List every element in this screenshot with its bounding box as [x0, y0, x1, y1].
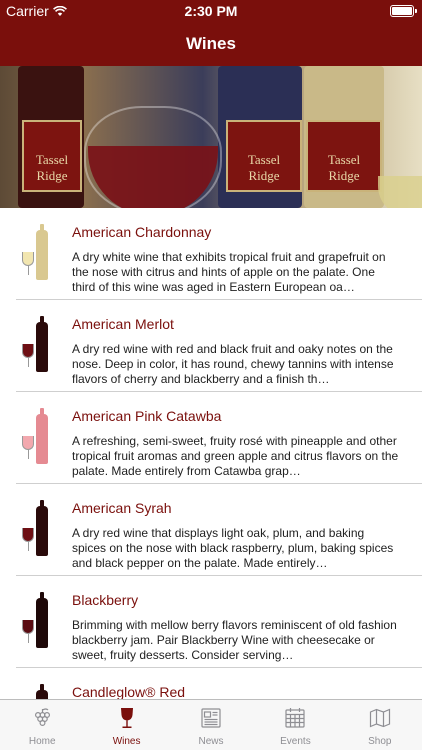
- wine-thumbnail: [20, 224, 56, 284]
- page-title: Wines: [186, 34, 236, 53]
- wine-thumbnail: [20, 592, 56, 652]
- tab-label: Events: [280, 736, 311, 747]
- wine-bottle-icon: [36, 408, 48, 464]
- wine-description: A dry red wine with red and black fruit …: [72, 342, 394, 386]
- wine-description: A refreshing, semi-sweet, fruity rosé wi…: [72, 434, 399, 478]
- wine-bottle-icon: [36, 316, 48, 372]
- map-icon: [369, 708, 390, 728]
- hero-bottle-label: Tassel Ridge: [226, 120, 302, 192]
- hero-bottle-label: Tassel Ridge: [306, 120, 382, 192]
- wine-list-item[interactable]: American Merlot A dry red wine with red …: [16, 300, 422, 392]
- battery-icon: [390, 5, 417, 17]
- wine-glass-icon: [22, 344, 34, 367]
- wine-name: Candleglow® Red: [72, 684, 186, 699]
- wine-bottle-icon: [36, 592, 48, 648]
- hero-bottle-label: Tassel Ridge: [22, 120, 82, 192]
- hero-label-text: Tassel Ridge: [35, 152, 69, 183]
- tab-label: Shop: [368, 736, 392, 747]
- tab-label: Wines: [112, 736, 141, 747]
- wine-name: American Pink Catawba: [72, 408, 222, 424]
- wine-bottle-icon: [36, 684, 48, 699]
- wine-list-item[interactable]: American Chardonnay A dry white wine tha…: [16, 208, 422, 300]
- wine-glass-icon: [22, 252, 34, 275]
- wine-list-item[interactable]: Blackberry Brimming with mellow berry fl…: [16, 576, 422, 668]
- wine-glass-icon: [22, 436, 34, 459]
- tab-home[interactable]: Home: [0, 700, 84, 750]
- calendar-icon: [285, 708, 306, 728]
- newspaper-icon: [201, 708, 221, 728]
- wine-bottle-icon: [36, 224, 48, 280]
- tab-news[interactable]: News: [169, 700, 253, 750]
- wine-glass-icon: [120, 708, 133, 728]
- wine-list-item[interactable]: American Syrah A dry red wine that displ…: [16, 484, 422, 576]
- tab-shop[interactable]: Shop: [338, 700, 422, 750]
- wine-glass-icon: [22, 528, 34, 551]
- tab-label: News: [198, 736, 224, 747]
- grapes-icon: [35, 708, 51, 727]
- wine-name: American Syrah: [72, 500, 172, 516]
- wine-list: American Chardonnay A dry white wine tha…: [0, 208, 422, 699]
- hero-white-wine-glass: [378, 176, 422, 208]
- wine-name: Blackberry: [72, 592, 139, 608]
- tab-wines[interactable]: Wines: [84, 700, 168, 750]
- hero-banner-image: Tassel Ridge Tassel Ridge Tassel Ridge: [0, 66, 422, 208]
- navigation-bar: Wines: [0, 22, 422, 66]
- wine-name: American Chardonnay: [72, 224, 212, 240]
- tab-label: Home: [28, 736, 56, 747]
- status-bar: Carrier 2:30 PM: [0, 0, 422, 22]
- wine-description: A dry red wine that displays light oak, …: [72, 526, 394, 570]
- wine-thumbnail: [20, 684, 56, 699]
- wine-bottle-icon: [36, 500, 48, 556]
- wine-thumbnail: [20, 500, 56, 560]
- hero-label-text: Tassel Ridge: [247, 152, 281, 183]
- wine-description: Brimming with mellow berry flavors remin…: [72, 618, 397, 662]
- tab-bar: Home Wines News Events Shop: [0, 699, 422, 750]
- status-time: 2:30 PM: [184, 3, 238, 19]
- wine-list-item[interactable]: Candleglow® Red: [16, 668, 422, 699]
- wine-list-item[interactable]: American Pink Catawba A refreshing, semi…: [16, 392, 422, 484]
- hero-label-text: Tassel Ridge: [327, 152, 361, 183]
- wine-name: American Merlot: [72, 316, 174, 332]
- tab-events[interactable]: Events: [253, 700, 337, 750]
- wine-glass-icon: [22, 620, 34, 643]
- wine-description: A dry white wine that exhibits tropical …: [72, 250, 386, 294]
- wine-thumbnail: [20, 408, 56, 468]
- wine-thumbnail: [20, 316, 56, 376]
